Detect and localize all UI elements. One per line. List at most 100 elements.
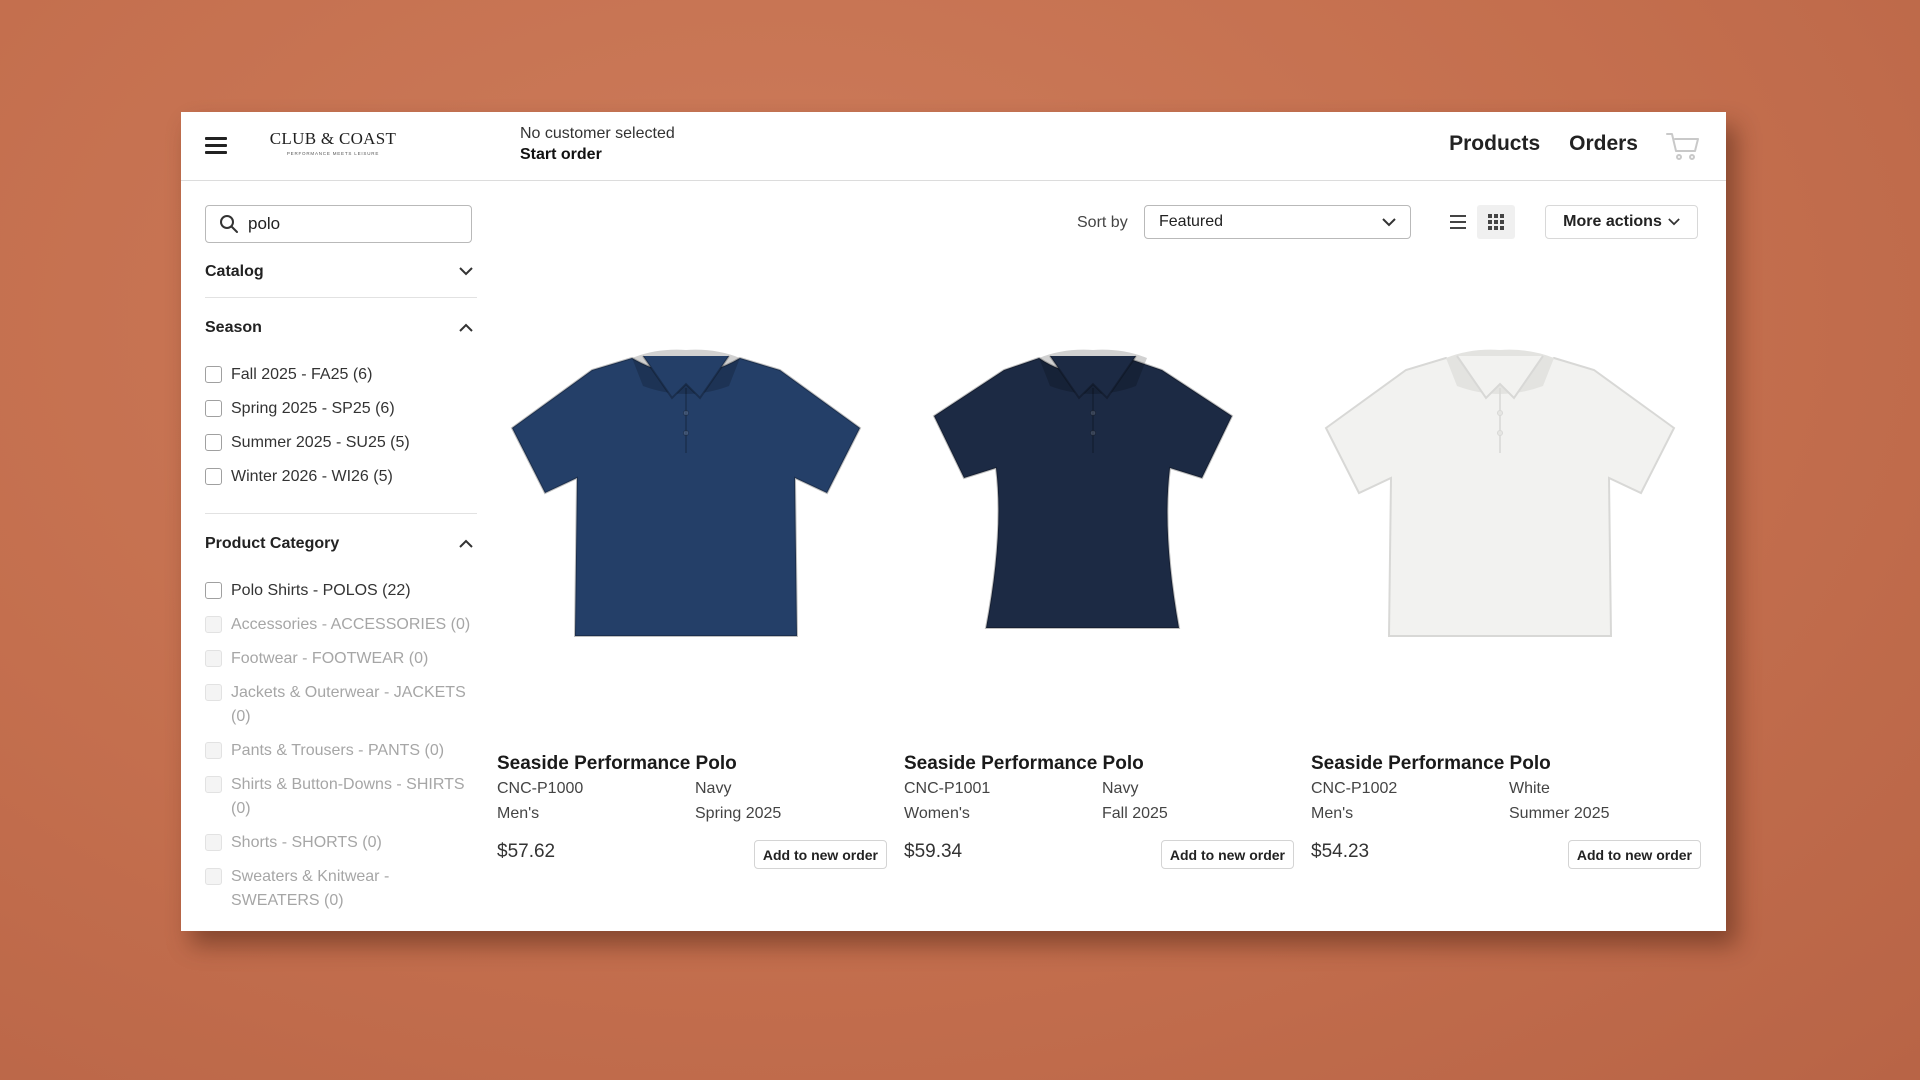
facet-category-label: Product Category bbox=[205, 534, 340, 552]
season-options: Fall 2025 - FA25 (6) Spring 2025 - SP25 (… bbox=[205, 353, 477, 513]
product-meta: CNC-P1002 White Men's Summer 2025 bbox=[1311, 779, 1701, 824]
product-season: Spring 2025 bbox=[695, 805, 782, 822]
list-view-icon bbox=[1450, 215, 1466, 229]
product-image[interactable] bbox=[904, 308, 1294, 700]
product-season: Fall 2025 bbox=[1102, 805, 1168, 822]
filter-option-label: Winter 2026 - WI26 (5) bbox=[231, 468, 393, 485]
product-image[interactable] bbox=[1311, 308, 1701, 700]
brand-tagline: PERFORMANCE MEETS LEISURE bbox=[286, 151, 380, 156]
add-to-new-order-button[interactable]: Add to new order bbox=[1567, 840, 1701, 869]
checkbox bbox=[205, 616, 222, 633]
filter-option-label: Polo Shirts - POLOS (22) bbox=[231, 582, 411, 599]
facet-catalog-toggle[interactable]: Catalog bbox=[205, 246, 477, 297]
search-icon bbox=[220, 215, 238, 233]
checkbox[interactable] bbox=[205, 468, 222, 485]
product-sku: CNC-P1001 bbox=[904, 780, 991, 797]
divider bbox=[205, 297, 477, 298]
product-name[interactable]: Seaside Performance Polo bbox=[1311, 753, 1551, 775]
filter-option[interactable]: Summer 2025 - SU25 (5) bbox=[205, 431, 477, 455]
product-color: Navy bbox=[695, 780, 732, 797]
grid-view-icon bbox=[1488, 214, 1504, 230]
facet-season-label: Season bbox=[205, 318, 262, 336]
chevron-up-icon bbox=[459, 323, 473, 332]
checkbox bbox=[205, 834, 222, 851]
main-nav: Products Orders bbox=[1449, 132, 1638, 156]
more-actions-label: More actions bbox=[1563, 213, 1662, 230]
checkbox bbox=[205, 868, 222, 885]
add-to-new-order-button[interactable]: Add to new order bbox=[1160, 840, 1294, 869]
checkbox[interactable] bbox=[205, 400, 222, 417]
search-input[interactable] bbox=[248, 214, 448, 234]
filter-option[interactable]: Spring 2025 - SP25 (6) bbox=[205, 397, 477, 421]
grid-view-button[interactable] bbox=[1477, 205, 1515, 239]
filter-option-label: Sweaters & Knitwear - SWEATERS (0) bbox=[231, 868, 390, 909]
checkbox[interactable] bbox=[205, 434, 222, 451]
checkbox[interactable] bbox=[205, 366, 222, 383]
filter-sidebar: Catalog Season Fall 2025 - FA25 (6) Sprin… bbox=[205, 205, 477, 931]
filter-option: Shirts & Button-Downs - SHIRTS (0) bbox=[205, 773, 477, 821]
facet-category-toggle[interactable]: Product Category bbox=[205, 518, 477, 569]
customer-selector: No customer selected Start order bbox=[520, 125, 675, 164]
product-sku: CNC-P1002 bbox=[1311, 780, 1398, 797]
filter-option: Footwear - FOOTWEAR (0) bbox=[205, 647, 477, 671]
product-price: $54.23 bbox=[1311, 841, 1370, 862]
filter-option[interactable]: Winter 2026 - WI26 (5) bbox=[205, 465, 477, 489]
product-color: Navy bbox=[1102, 780, 1139, 797]
chevron-up-icon bbox=[459, 539, 473, 548]
product-price: $57.62 bbox=[497, 841, 556, 862]
checkbox[interactable] bbox=[205, 582, 222, 599]
product-image[interactable] bbox=[497, 308, 887, 700]
product-gender: Women's bbox=[904, 805, 970, 822]
filter-option[interactable]: Polo Shirts - POLOS (22) bbox=[205, 579, 477, 603]
filter-option-label: Shirts & Button-Downs - SHIRTS (0) bbox=[231, 776, 465, 817]
filter-option-label: Shorts - SHORTS (0) bbox=[231, 834, 382, 851]
filter-option-label: Pants & Trousers - PANTS (0) bbox=[231, 742, 445, 759]
checkbox bbox=[205, 684, 222, 701]
app-window: CLUB & COAST PERFORMANCE MEETS LEISURE N… bbox=[181, 112, 1726, 931]
facet-season-toggle[interactable]: Season bbox=[205, 302, 477, 353]
product-name[interactable]: Seaside Performance Polo bbox=[904, 753, 1144, 775]
product-name[interactable]: Seaside Performance Polo bbox=[497, 753, 737, 775]
filter-option[interactable]: Fall 2025 - FA25 (6) bbox=[205, 363, 477, 387]
search-field[interactable] bbox=[205, 205, 472, 243]
brand-logo[interactable]: CLUB & COAST PERFORMANCE MEETS LEISURE bbox=[269, 129, 397, 156]
product-meta: CNC-P1000 Navy Men's Spring 2025 bbox=[497, 779, 887, 824]
nav-orders[interactable]: Orders bbox=[1569, 132, 1638, 156]
product-color: White bbox=[1509, 780, 1550, 797]
sort-select[interactable]: Featured bbox=[1144, 205, 1411, 239]
product-meta: CNC-P1001 Navy Women's Fall 2025 bbox=[904, 779, 1294, 824]
checkbox bbox=[205, 742, 222, 759]
divider bbox=[205, 513, 477, 514]
filter-option-label: Accessories - ACCESSORIES (0) bbox=[231, 616, 471, 633]
list-view-button[interactable] bbox=[1439, 205, 1477, 239]
cart-icon[interactable] bbox=[1666, 131, 1700, 161]
product-sku: CNC-P1000 bbox=[497, 780, 584, 797]
facet-catalog-label: Catalog bbox=[205, 262, 264, 280]
nav-products[interactable]: Products bbox=[1449, 132, 1540, 156]
add-to-new-order-button[interactable]: Add to new order bbox=[753, 840, 887, 869]
filter-option-label: Fall 2025 - FA25 (6) bbox=[231, 366, 373, 383]
sort-value: Featured bbox=[1159, 213, 1224, 230]
start-order-link[interactable]: Start order bbox=[520, 146, 675, 164]
view-toggle bbox=[1439, 205, 1515, 239]
checkbox bbox=[205, 650, 222, 667]
filter-option: Accessories - ACCESSORIES (0) bbox=[205, 613, 477, 637]
sort-label: Sort by bbox=[1077, 214, 1128, 231]
product-gender: Men's bbox=[497, 805, 540, 822]
product-card: Seaside Performance Polo CNC-P1001 Navy Wom… bbox=[904, 308, 1294, 869]
filter-option: Sweaters & Knitwear - SWEATERS (0) bbox=[205, 865, 477, 913]
more-actions-button[interactable]: More actions bbox=[1545, 205, 1698, 239]
product-season: Summer 2025 bbox=[1509, 805, 1610, 822]
filter-option-label: Summer 2025 - SU25 (5) bbox=[231, 434, 410, 451]
chevron-down-icon bbox=[459, 267, 473, 276]
filter-option-label: Jackets & Outerwear - JACKETS (0) bbox=[231, 684, 466, 725]
brand-name: CLUB & COAST bbox=[269, 129, 397, 148]
top-bar: CLUB & COAST PERFORMANCE MEETS LEISURE N… bbox=[181, 112, 1726, 181]
checkbox bbox=[205, 776, 222, 793]
filter-option: Jackets & Outerwear - JACKETS (0) bbox=[205, 681, 477, 729]
filter-option: Shorts - SHORTS (0) bbox=[205, 831, 477, 855]
menu-icon[interactable] bbox=[205, 137, 227, 155]
customer-status: No customer selected bbox=[520, 125, 675, 142]
filter-option-label: Footwear - FOOTWEAR (0) bbox=[231, 650, 429, 667]
chevron-down-icon bbox=[1382, 217, 1396, 226]
